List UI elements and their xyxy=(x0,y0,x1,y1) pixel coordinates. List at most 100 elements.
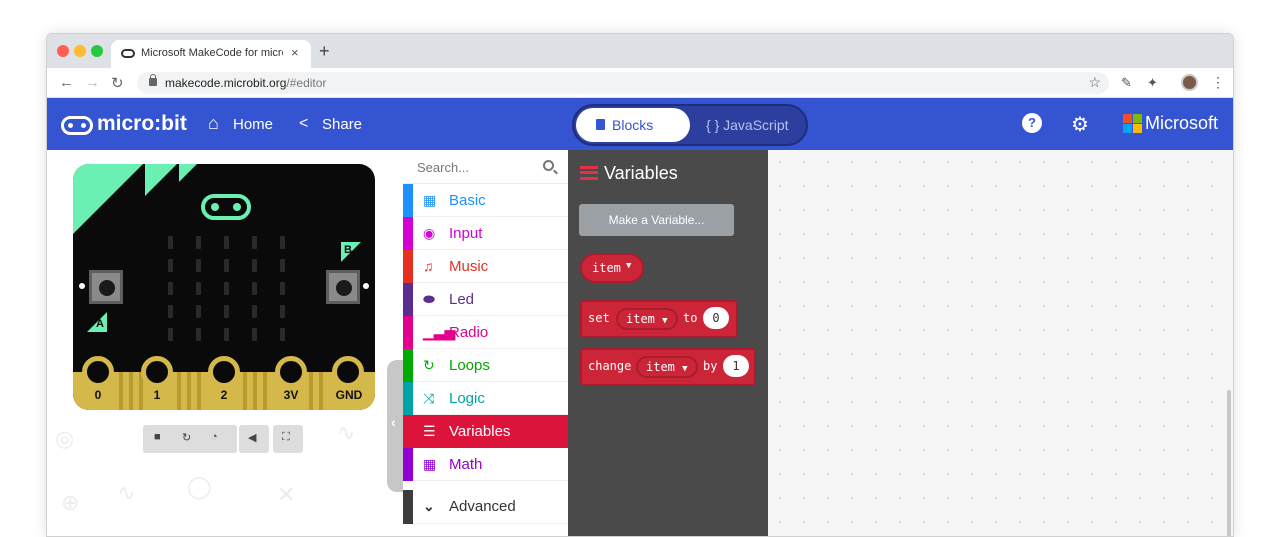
item-variable-label: item xyxy=(592,261,621,275)
background-doodle-icon: ◎ xyxy=(55,426,75,451)
search-icon[interactable] xyxy=(543,160,554,171)
change-variable-block[interactable]: change item ▼ by 1 xyxy=(580,348,756,386)
browser-toolbar: ← → ↻ makecode.microbit.org/#editor ☆ ✎ … xyxy=(47,68,1233,98)
board-logo-icon xyxy=(201,194,251,220)
dropdown-arrow-icon[interactable]: ▼ xyxy=(626,261,631,271)
set-value-input[interactable]: 0 xyxy=(703,307,729,329)
target-icon: ◉ xyxy=(423,225,436,241)
stop-icon[interactable]: ■ xyxy=(154,431,161,443)
pin-0[interactable] xyxy=(82,356,114,388)
back-button[interactable]: ← xyxy=(59,74,74,91)
pin-2[interactable] xyxy=(208,356,240,388)
close-window-button[interactable] xyxy=(57,45,69,57)
forward-button[interactable]: → xyxy=(85,74,100,91)
category-radio[interactable]: ▁▃▅ Radio xyxy=(403,316,568,349)
slow-motion-icon[interactable]: ◔ xyxy=(211,431,218,443)
set-variable-block[interactable]: set item ▼ to 0 xyxy=(580,300,738,338)
browser-window: Microsoft MakeCode for micro:bit × + ← →… xyxy=(46,33,1234,537)
mute-button[interactable]: ◀ xyxy=(239,425,269,453)
change-value-input[interactable]: 1 xyxy=(723,355,749,377)
profile-avatar[interactable] xyxy=(1181,74,1198,91)
pin-label: 0 xyxy=(94,388,102,402)
pin-3v[interactable] xyxy=(275,356,307,388)
pin-label: GND xyxy=(335,388,363,402)
category-variables[interactable]: ☰ Variables xyxy=(403,415,568,448)
toggle-icon: ⬬ xyxy=(423,291,435,307)
minimize-window-button[interactable] xyxy=(74,45,86,57)
microsoft-label[interactable]: Microsoft xyxy=(1145,113,1218,134)
microbit-board: A B 0 1 2 3V GND xyxy=(73,164,375,410)
category-label: Variables xyxy=(449,423,511,440)
set-variable-dropdown[interactable]: item ▼ xyxy=(616,308,678,330)
mute-icon: ◀ xyxy=(248,432,257,444)
category-label: Led xyxy=(449,291,475,308)
category-led[interactable]: ⬬ Led xyxy=(403,283,568,316)
background-doodle-icon: ⊕ xyxy=(61,490,80,515)
simulator-controls: ■ ↻ ◔ xyxy=(143,425,237,453)
category-music[interactable]: ♫ Music xyxy=(403,250,568,283)
home-button[interactable]: Home xyxy=(233,116,273,133)
pin-1[interactable] xyxy=(141,356,173,388)
pin-label: 3V xyxy=(283,388,299,402)
reload-button[interactable]: ↻ xyxy=(111,74,124,92)
extension-icon[interactable]: ✦ xyxy=(1147,75,1158,91)
browser-menu-icon[interactable]: ⋮ xyxy=(1211,74,1225,91)
javascript-toggle-button[interactable]: { } JavaScript xyxy=(706,117,789,133)
share-button[interactable]: Share xyxy=(322,116,362,133)
new-tab-button[interactable]: + xyxy=(319,41,330,62)
microbit-favicon-icon xyxy=(121,49,135,58)
category-label: Math xyxy=(449,456,483,473)
chevron-left-icon: ‹ xyxy=(391,414,396,430)
workspace-scrollbar[interactable] xyxy=(1227,390,1231,536)
fullscreen-icon: ⛶ xyxy=(282,431,290,443)
category-input[interactable]: ◉ Input xyxy=(403,217,568,250)
fullscreen-button[interactable]: ⛶ xyxy=(273,425,303,453)
bookmark-star-icon[interactable]: ☆ xyxy=(1088,74,1101,91)
microbit-logo-icon[interactable] xyxy=(61,116,93,135)
category-label: Input xyxy=(449,225,483,242)
background-doodle-icon: ∿ xyxy=(337,420,356,445)
set-variable-name: item xyxy=(626,312,655,326)
address-bar[interactable]: makecode.microbit.org/#editor ☆ xyxy=(137,72,1109,94)
url-path: /#editor xyxy=(286,76,327,90)
blocks-workspace[interactable] xyxy=(768,150,1233,536)
category-label: Logic xyxy=(449,390,485,407)
pin-gnd[interactable] xyxy=(332,356,364,388)
category-loops[interactable]: ↻ Loops xyxy=(403,349,568,382)
tab-close-icon[interactable]: × xyxy=(291,45,299,60)
category-logic[interactable]: ⤨ Logic xyxy=(403,382,568,415)
toolbox-search[interactable]: Search... xyxy=(403,150,568,184)
lines-icon: ☰ xyxy=(423,423,436,439)
grid-icon: ▦ xyxy=(423,192,437,208)
item-variable-block[interactable]: item ▼ xyxy=(580,253,644,283)
maximize-window-button[interactable] xyxy=(91,45,103,57)
category-basic[interactable]: ▦ Basic xyxy=(403,184,568,217)
variables-lines-icon xyxy=(580,166,598,180)
background-doodle-icon: ∿ xyxy=(117,480,136,505)
button-a-label: A xyxy=(96,318,104,330)
board-edge-dot xyxy=(363,283,369,289)
home-icon[interactable]: ⌂ xyxy=(208,113,219,134)
category-advanced[interactable]: ⌄ Advanced xyxy=(403,490,568,524)
help-icon[interactable]: ? xyxy=(1022,113,1042,133)
make-variable-button[interactable]: Make a Variable... xyxy=(579,204,734,236)
search-input[interactable]: Search... xyxy=(417,160,469,175)
simulator-panel: ◎ ⊕ ∿ ◯ ✕ ∿ A B 0 1 2 3V GND ■ ↻ ◔ ◀ ⛶ ‹ xyxy=(47,150,411,536)
toolbox: Search... ▦ Basic ◉ Input ♫ Music ⬬ Led … xyxy=(403,150,568,536)
app-logo-text[interactable]: micro:bit xyxy=(97,112,187,136)
browser-tab[interactable]: Microsoft MakeCode for micro:bit × xyxy=(111,40,311,68)
change-keyword: change xyxy=(588,359,632,373)
dropdown-arrow-icon: ▼ xyxy=(662,316,668,326)
app-header: micro:bit ⌂ Home < Share Blocks { } Java… xyxy=(47,98,1233,150)
extension-pin-icon[interactable]: ✎ xyxy=(1121,75,1132,91)
share-icon[interactable]: < xyxy=(299,115,308,133)
category-math[interactable]: ▦ Math xyxy=(403,448,568,481)
board-edge-dot xyxy=(79,283,85,289)
blocks-toggle-button[interactable]: Blocks xyxy=(576,108,690,142)
button-a[interactable] xyxy=(89,270,123,304)
restart-icon[interactable]: ↻ xyxy=(182,431,191,444)
url-host: makecode.microbit.org xyxy=(165,76,287,90)
change-variable-dropdown[interactable]: item ▼ xyxy=(636,356,698,378)
button-b[interactable] xyxy=(326,270,360,304)
settings-gear-icon[interactable]: ⚙ xyxy=(1071,112,1089,137)
